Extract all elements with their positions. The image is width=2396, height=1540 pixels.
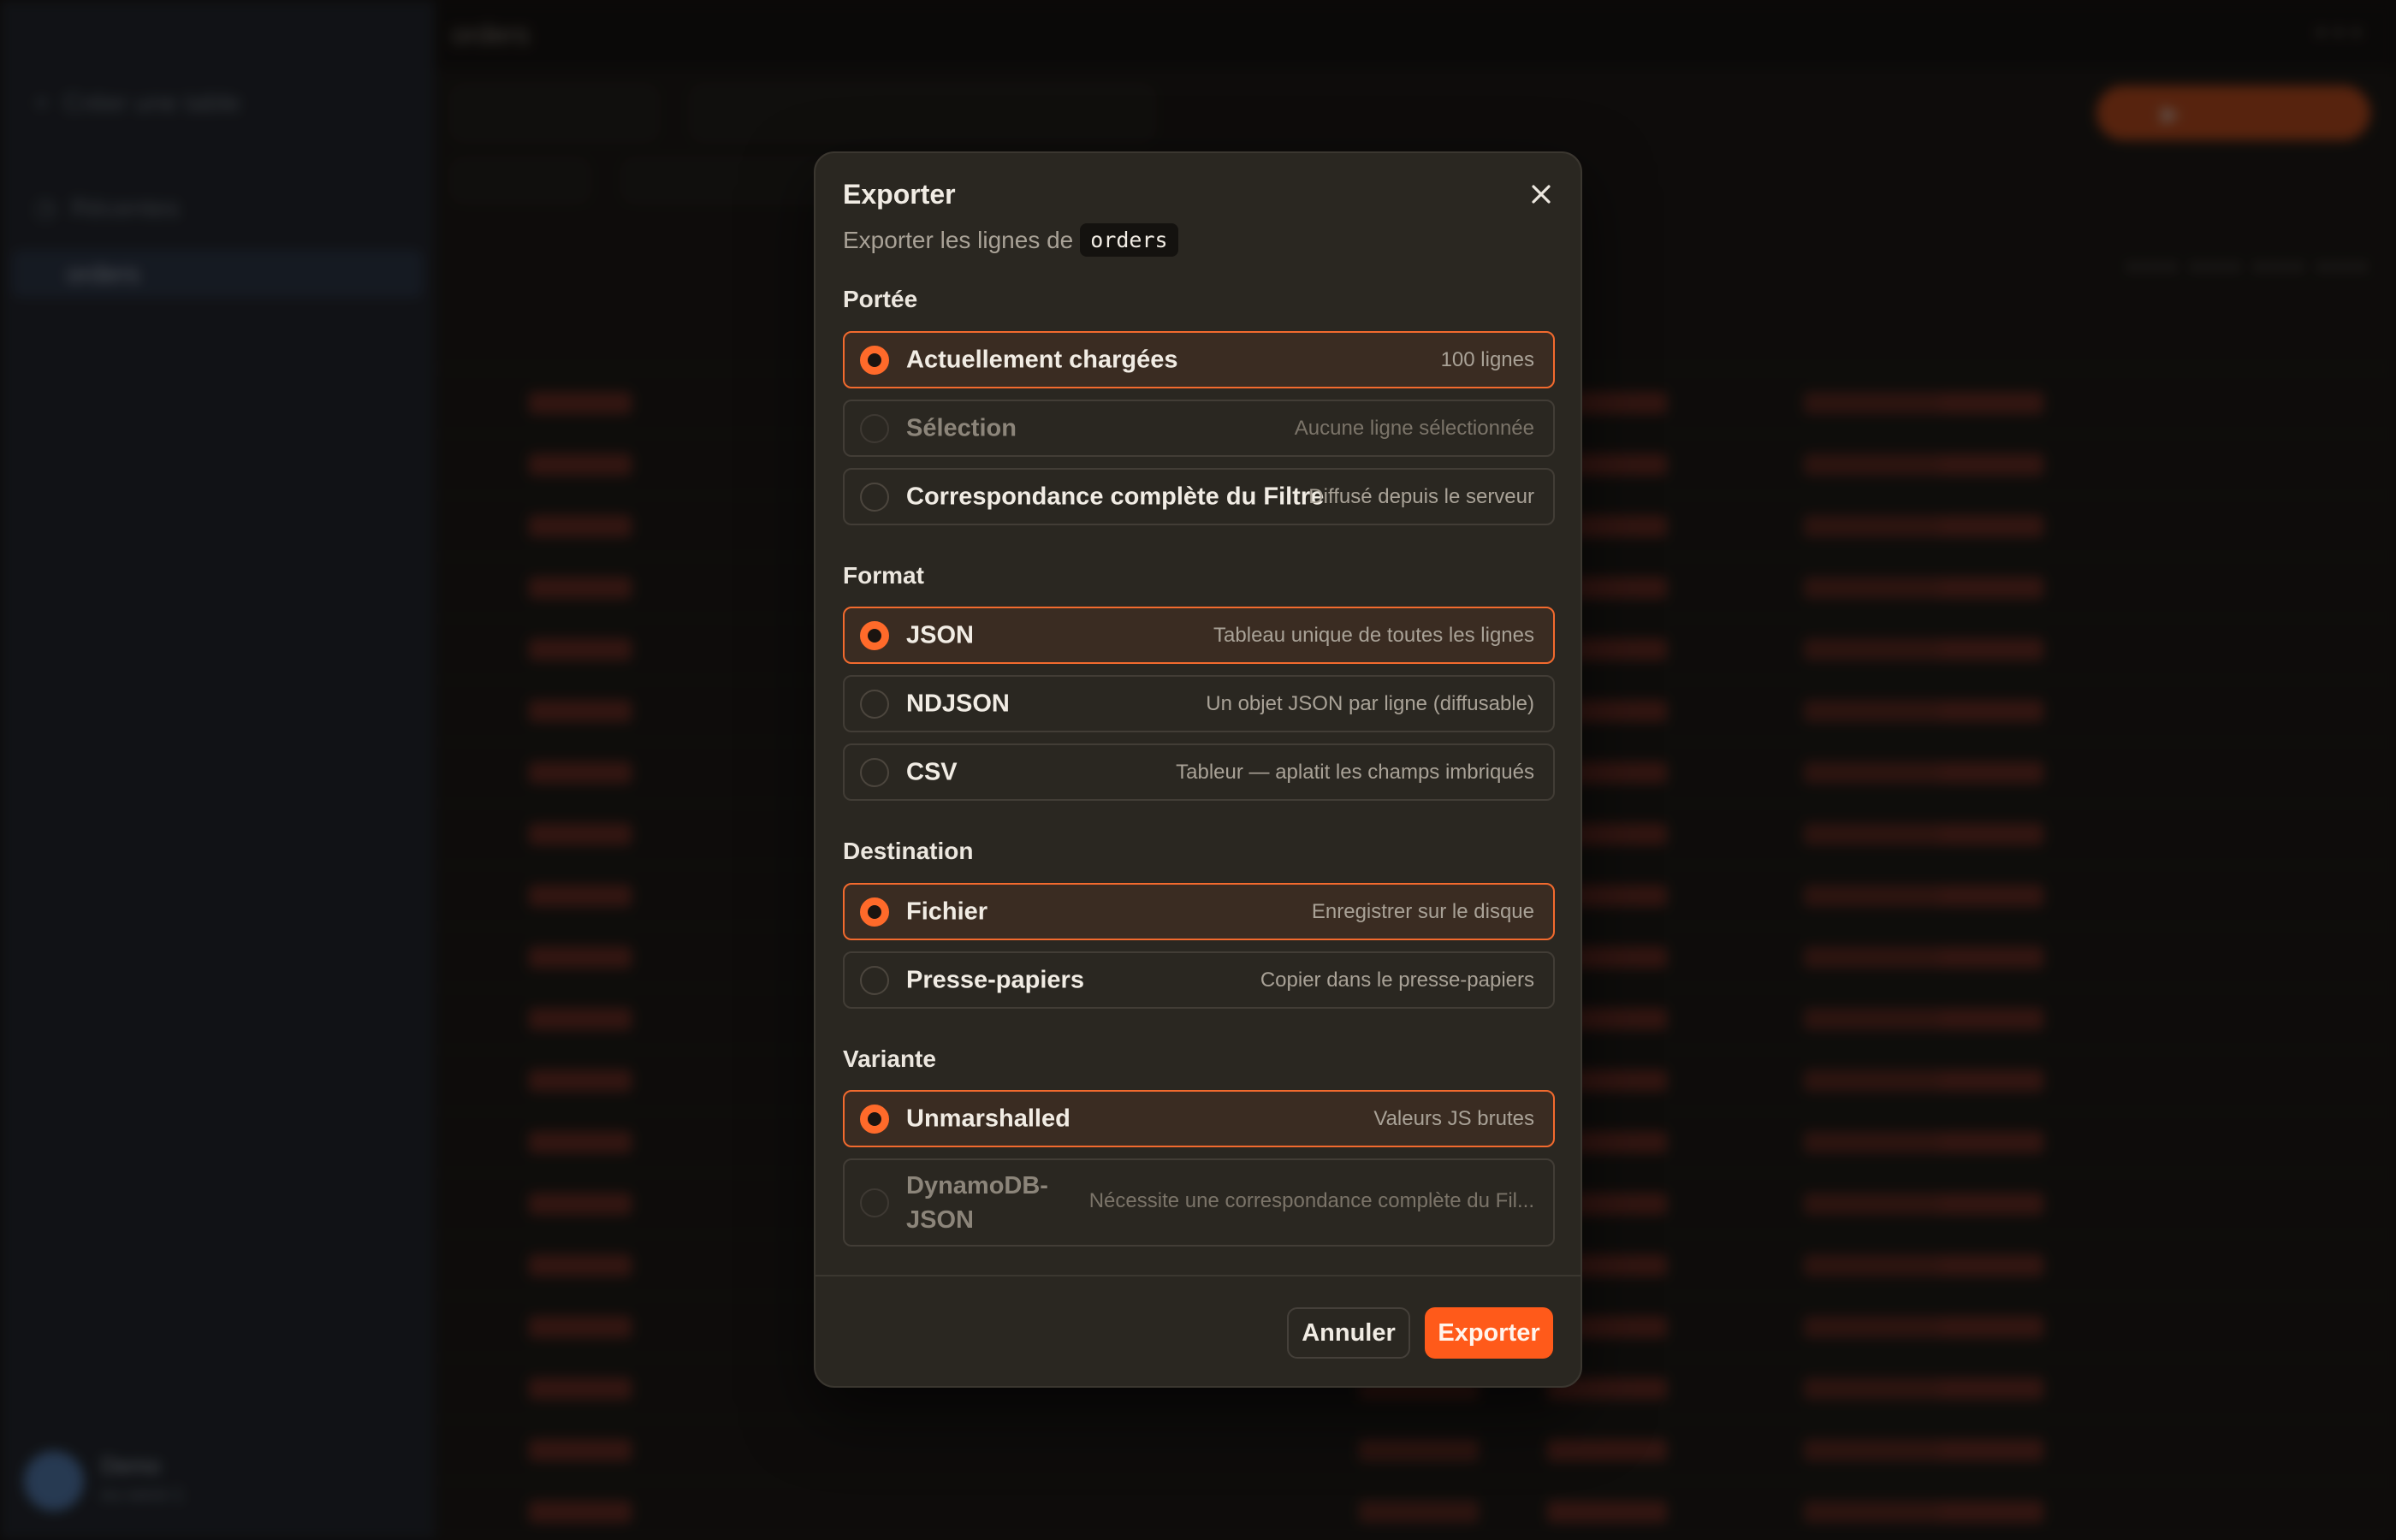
radio-icon [860,689,889,719]
option-variant-unmarshalled[interactable]: Unmarshalled Valeurs JS brutes [843,1090,1555,1147]
cancel-button[interactable]: Annuler [1287,1307,1410,1359]
close-icon [1532,185,1551,204]
option-label: CSV [906,758,958,785]
radio-icon [860,413,889,443]
option-destination-clipboard[interactable]: Presse-papiers Copier dans le presse-pap… [843,951,1555,1009]
section-label-destination: Destination [843,838,974,864]
option-variant-dynamodb-json: DynamoDB-JSON Nécessite une correspondan… [843,1158,1555,1247]
option-desc: Tableur — aplatit les champs imbriqués [1176,760,1534,784]
option-desc: Nécessite une correspondance complète du… [1088,1189,1534,1212]
radio-icon [860,965,889,995]
section-label-format: Format [843,562,924,589]
option-destination-file[interactable]: Fichier Enregistrer sur le disque [843,883,1555,940]
option-scope-full-filter[interactable]: Correspondance complète du Filtre Diffus… [843,468,1555,525]
option-format-json[interactable]: JSON Tableau unique de toutes les lignes [843,607,1555,664]
close-button[interactable] [1526,179,1557,210]
option-label: Sélection [906,414,1017,441]
dialog-subtitle-text: Exporter les lignes de [843,226,1074,253]
option-label: Presse-papiers [906,966,1084,993]
export-button[interactable]: Exporter [1425,1307,1553,1359]
export-dialog: Exporter Exporter les lignes de orders P… [814,151,1582,1388]
radio-icon [860,757,889,787]
option-label: Unmarshalled [906,1105,1070,1132]
option-format-csv[interactable]: CSV Tableur — aplatit les champs imbriqu… [843,743,1555,801]
option-label: Correspondance complète du Filtre [906,483,1325,510]
radio-icon [860,1104,889,1134]
option-desc: Copier dans le presse-papiers [1260,968,1534,992]
section-label-scope: Portée [843,286,918,312]
radio-icon [860,345,889,375]
option-desc: Un objet JSON par ligne (diffusable) [1206,691,1534,715]
radio-icon [860,897,889,927]
option-scope-selection: Sélection Aucune ligne sélectionnée [843,400,1555,457]
option-desc: 100 lignes [1440,347,1534,371]
option-scope-loaded[interactable]: Actuellement chargées 100 lignes [843,331,1555,388]
option-label: DynamoDB-JSON [906,1171,1048,1234]
table-name-code: orders [1080,223,1178,257]
dialog-subtitle: Exporter les lignes de orders [843,223,1178,257]
radio-icon [860,1188,889,1217]
option-desc: Diffusé depuis le serveur [1308,484,1534,508]
option-format-ndjson[interactable]: NDJSON Un objet JSON par ligne (diffusab… [843,675,1555,732]
option-label: NDJSON [906,690,1010,717]
section-label-variant: Variante [843,1045,936,1072]
dialog-footer: Annuler Exporter [815,1275,1581,1386]
radio-icon [860,620,889,650]
option-desc: Tableau unique de toutes les lignes [1213,623,1534,647]
option-desc: Enregistrer sur le disque [1311,899,1534,923]
dialog-title: Exporter [843,179,956,210]
option-label: Actuellement chargées [906,346,1178,373]
option-label: Fichier [906,897,988,925]
option-label: JSON [906,621,974,649]
radio-icon [860,482,889,512]
option-desc: Valeurs JS brutes [1373,1106,1534,1130]
option-desc: Aucune ligne sélectionnée [1294,416,1534,440]
